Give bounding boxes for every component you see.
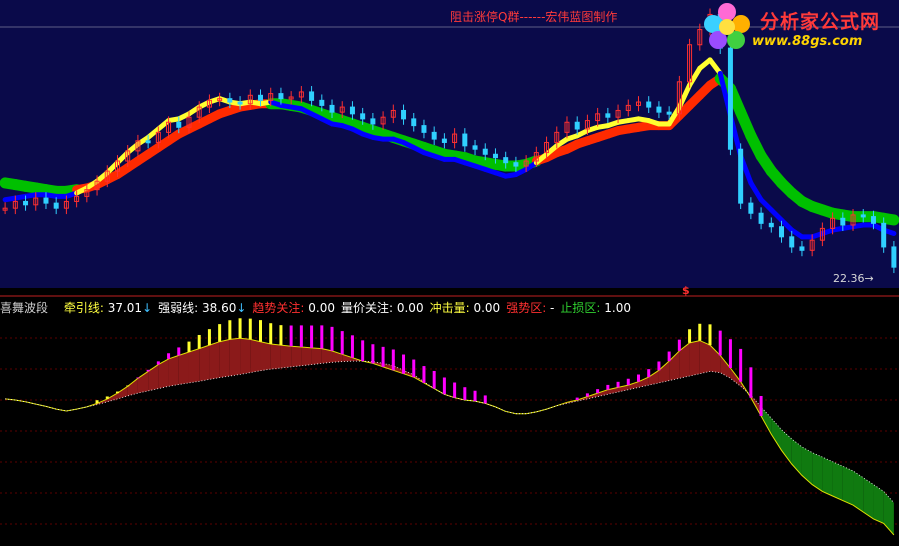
- candle-body: [503, 157, 509, 164]
- candle-body: [758, 212, 764, 224]
- legend-item-label: 止损区:: [560, 301, 601, 315]
- sub-area-segment: [260, 341, 271, 371]
- candle-body: [462, 133, 468, 147]
- candle-body: [401, 109, 407, 120]
- sub-area-segment: [178, 352, 189, 385]
- candle-body: [23, 200, 29, 206]
- stock-chart: [0, 0, 899, 546]
- candle-body: [309, 91, 315, 101]
- logo-url[interactable]: www.88gs.com: [752, 34, 862, 49]
- candle-body: [319, 99, 325, 106]
- sub-area-segment: [270, 344, 281, 370]
- candle-body: [768, 222, 774, 228]
- legend-item-label: 趋势关注:: [252, 301, 305, 315]
- candle-body: [482, 148, 488, 155]
- legend-item: 强势区: -: [506, 301, 554, 315]
- legend-item-value: -: [546, 301, 555, 315]
- sub-area-segment: [280, 345, 292, 368]
- candle-body: [646, 101, 652, 108]
- candle-body: [441, 138, 447, 143]
- legend-items: 牵引线: 37.01↓ 强弱线: 38.60↓ 趋势关注: 0.00 量价关注: 0.…: [64, 301, 637, 315]
- legend-item-value: 0.00: [469, 301, 501, 315]
- candle-body: [605, 113, 611, 118]
- sub-area-segment: [240, 338, 251, 375]
- sub-area-segment: [822, 457, 833, 496]
- legend-item: 强弱线: 38.60↓: [158, 301, 246, 315]
- legend-item-label: 冲击量:: [429, 301, 470, 315]
- candle-body: [840, 217, 846, 226]
- candle-body: [666, 111, 672, 115]
- candle-body: [492, 153, 498, 159]
- candle-body: [53, 202, 59, 209]
- candle-body: [43, 197, 49, 204]
- candle-body: [727, 47, 733, 150]
- legend-item: 趋势关注: 0.00: [252, 301, 335, 315]
- candle-body: [472, 145, 478, 150]
- candle-body: [860, 214, 866, 218]
- legend-item-label: 强势区:: [506, 301, 547, 315]
- candle-body: [227, 98, 233, 103]
- flower-logo-icon: [704, 3, 750, 49]
- sub-area-segment: [832, 461, 843, 501]
- candle-body: [656, 106, 662, 113]
- legend-item-value: 0.00: [393, 301, 424, 315]
- legend-item: 牵引线: 37.01↓: [64, 301, 152, 315]
- price-label: 22.36→: [833, 272, 874, 285]
- candle-body: [779, 226, 785, 238]
- sub-area-segment: [209, 341, 220, 380]
- sub-area-segment: [199, 345, 210, 382]
- legend-item: 冲击量: 0.00: [430, 301, 501, 315]
- candle-body: [738, 148, 744, 204]
- candle-body: [258, 94, 264, 101]
- candle-body: [411, 118, 417, 127]
- candle-body: [360, 113, 366, 120]
- legend-item-label: 牵引线:: [63, 301, 104, 315]
- legend-item-arrow: ↓: [142, 301, 153, 315]
- candle-body: [278, 93, 284, 100]
- candle-body: [789, 236, 795, 248]
- candle-body: [176, 121, 182, 128]
- sub-area-segment: [689, 340, 700, 376]
- sub-area-segment: [219, 339, 230, 378]
- candle-body: [513, 162, 519, 167]
- candle-body: [145, 140, 151, 144]
- candle-body: [574, 121, 580, 130]
- candle-body: [891, 246, 897, 268]
- sub-area-segment: [291, 346, 302, 367]
- sub-area-segment: [250, 339, 261, 373]
- sub-area-segment: [301, 346, 312, 366]
- indicator-legend: 喜舞波段 牵引线: 37.01↓ 强弱线: 38.60↓ 趋势关注: 0.00 量价关…: [0, 299, 637, 315]
- candle-body: [329, 104, 335, 113]
- legend-item-value: 1.00: [600, 301, 631, 315]
- sub-area-segment: [168, 355, 179, 387]
- legend-item: 量价关注: 0.00: [341, 301, 424, 315]
- legend-item-value: 37.01: [103, 301, 143, 315]
- legend-item-value: 0.00: [304, 301, 335, 315]
- sub-area-segment: [188, 348, 200, 383]
- logo-name: 分析家公式网: [760, 11, 881, 33]
- sub-area-segment: [229, 338, 241, 376]
- indicator-name: 喜舞波段: [0, 301, 49, 315]
- candle-body: [799, 246, 805, 251]
- sub-area-segment: [842, 466, 854, 506]
- candle-body: [421, 125, 427, 133]
- sub-area-segment: [311, 347, 322, 365]
- legend-item: 止损区: 1.00: [560, 301, 631, 315]
- sub-area-segment: [699, 340, 711, 374]
- candle-body: [431, 131, 437, 140]
- strength-line-segment: [878, 212, 899, 226]
- legend-item-label: 强弱线:: [158, 301, 199, 315]
- candle-body: [370, 118, 376, 125]
- cursor-marker: $: [682, 284, 690, 297]
- legend-item-arrow: ↓: [236, 301, 247, 315]
- legend-item-value: 38.60: [198, 301, 237, 315]
- candle-body: [748, 202, 754, 214]
- chart-header-note: 阻击涨停Q群------宏伟蓝图制作: [450, 10, 618, 24]
- candle-body: [881, 222, 887, 248]
- candle-body: [237, 101, 243, 105]
- candle-body: [349, 106, 355, 115]
- legend-item-label: 量价关注:: [341, 301, 394, 315]
- candle-body: [870, 216, 876, 224]
